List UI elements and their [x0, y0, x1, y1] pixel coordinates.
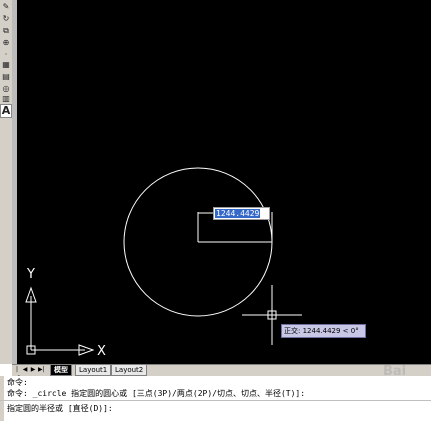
drawing-area[interactable]: Y X 1244.4429 正交: 1244.4429 < 0° — [17, 0, 431, 364]
command-history-line: 命令: _circle 指定圆的圆心或 [三点(3P)/两点(2P)/切点、切点… — [7, 389, 306, 398]
command-history-line: 命令: — [7, 378, 28, 387]
gradient-icon[interactable]: ▤ — [1, 72, 11, 82]
dynamic-input-box[interactable]: 1244.4429 — [213, 207, 270, 220]
draw-tool-icon[interactable]: ✎ — [1, 2, 11, 12]
ucs-x-label: X — [97, 344, 106, 359]
watermark: Bai — [383, 364, 407, 379]
first-tab-button[interactable]: |◀ — [14, 366, 20, 381]
command-line-gutter — [0, 376, 4, 421]
rotate-icon[interactable]: ↻ — [1, 14, 11, 24]
array-icon[interactable]: ⧉ — [1, 26, 11, 36]
dot-icon[interactable]: · — [1, 50, 11, 60]
prev-tab-button[interactable]: ◀ — [22, 366, 28, 374]
table-icon[interactable]: ▥ — [1, 94, 11, 104]
hatch-icon[interactable]: ▦ — [1, 60, 11, 70]
zoom-icon[interactable]: ⊕ — [1, 38, 11, 48]
region-icon[interactable]: ◎ — [1, 84, 11, 94]
ucs-y-label: Y — [26, 267, 35, 282]
drawing-canvas: Y X — [25, 167, 302, 359]
command-separator — [0, 400, 431, 401]
tab-model[interactable]: 模型 — [50, 365, 72, 376]
ortho-tooltip: 正交: 1244.4429 < 0° — [281, 324, 366, 338]
ucs-icon — [25, 286, 95, 356]
dynamic-input-value[interactable]: 1244.4429 — [215, 209, 261, 218]
command-line[interactable]: 命令: 命令: _circle 指定圆的圆心或 [三点(3P)/两点(2P)/切… — [0, 376, 431, 421]
tab-layout1[interactable]: Layout1 — [75, 365, 112, 376]
tab-layout2[interactable]: Layout2 — [111, 365, 148, 376]
next-tab-button[interactable]: ▶ — [30, 366, 36, 374]
last-tab-button[interactable]: ▶| — [38, 366, 45, 374]
layout-tabs-bar: |◀ ◀ ▶ ▶| 模型 Layout1 Layout2 — [12, 364, 431, 381]
text-icon[interactable]: A — [0, 104, 12, 118]
command-prompt[interactable]: 指定圆的半径或 [直径(D)]: — [7, 403, 113, 414]
